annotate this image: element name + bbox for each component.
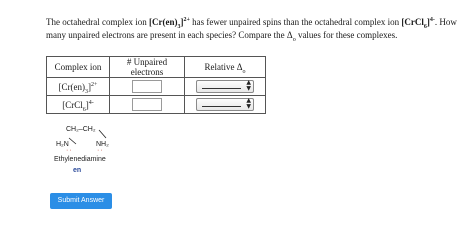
unpaired-cell [109,77,185,96]
unpaired-cell [109,95,185,114]
answer-table: Complex ion # Unpaired electrons Relativ… [46,56,266,114]
table-header-row: Complex ion # Unpaired electrons Relativ… [46,56,266,78]
ion-formula: [CrCl6]4- [401,17,435,30]
select-blank [202,88,241,89]
unpaired-input-crcl6[interactable] [132,98,162,111]
header-relative-delta: Relative Δo [184,56,266,78]
submit-answer-button[interactable]: Submit Answer [50,193,112,209]
relative-delta-select-cr-en[interactable]: ▲ ▼ [196,80,254,93]
question-part: has fewer unpaired spins than the octahe… [189,17,402,27]
structure-caption: Ethylenediamine [54,156,106,163]
relative-delta-select-crcl6[interactable]: ▲ ▼ [196,98,254,111]
header-complex-ion: Complex ion [46,56,110,78]
updown-arrow-icon: ▲ ▼ [246,79,251,92]
ion-formula: [Cr(en)3]2+ [148,17,190,30]
question-part: values for these complexes. [295,30,398,40]
structure-backbone: CH₂–CH₂ [66,126,96,133]
unpaired-input-cr-en[interactable] [132,80,162,93]
question-part: The octahedral complex ion [46,17,149,27]
structure-abbreviation: en [73,167,82,174]
select-blank [202,106,241,107]
species-crcl6: [CrCl6]4- [46,95,110,114]
updown-arrow-icon: ▲ ▼ [246,97,251,110]
header-unpaired-electrons: # Unpaired electrons [109,56,185,78]
lone-pair-right: ·· [97,147,104,154]
table-row: [CrCl6]4- ▲ ▼ [46,95,266,114]
relative-cell: ▲ ▼ [184,77,266,96]
species-cr-en: [Cr(en)3]2+ [46,77,110,96]
lone-pair-left: ·· [66,147,73,154]
relative-cell: ▲ ▼ [184,95,266,114]
table-row: [Cr(en)3]2+ ▲ ▼ [46,77,266,96]
question-text: The octahedral complex ion [Cr(en)3]2+ h… [46,16,466,43]
